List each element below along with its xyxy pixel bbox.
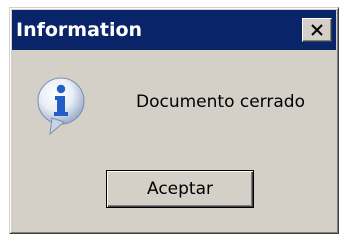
close-button[interactable] (302, 18, 332, 42)
accept-button[interactable]: Aceptar (106, 170, 254, 208)
information-dialog: Information Documento cerrado Aceptar (9, 7, 339, 234)
close-icon (311, 24, 323, 36)
dialog-message: Documento cerrado (136, 92, 305, 112)
dialog-titlebar[interactable]: Information (12, 10, 336, 50)
dialog-title: Information (16, 19, 143, 41)
information-icon (36, 76, 86, 138)
